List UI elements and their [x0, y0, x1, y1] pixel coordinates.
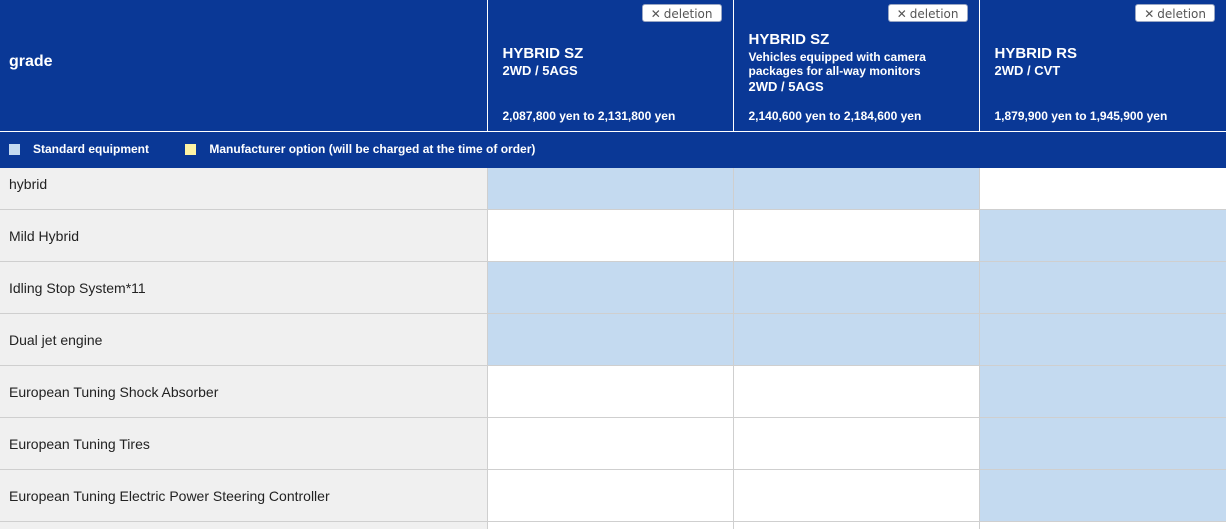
table-row [0, 521, 1226, 529]
grade-drivetrain: 2WD / CVT [994, 63, 1061, 78]
equipment-cell [979, 521, 1226, 529]
delete-grade-2-button[interactable]: ✕ deletion [887, 4, 968, 22]
equipment-cell-none [979, 168, 1226, 210]
grade-note: Vehicles equipped with camera packages f… [748, 50, 926, 78]
equipment-cell-standard [979, 313, 1226, 366]
grade-column-1: ✕ deletion HYBRID SZ 2WD / 5AGS 2,087,800… [487, 0, 734, 132]
legend-standard: Standard equipment [9, 142, 149, 156]
delete-label: deletion [1157, 7, 1206, 21]
table-row: European Tuning Electric Power Steering … [0, 469, 1226, 522]
table-row: Mild Hybrid [0, 209, 1226, 262]
equipment-cell-none [733, 469, 980, 522]
grade-3-info: HYBRID RS 2WD / CVT [995, 45, 1219, 79]
legend-option: Manufacturer option (will be charged at … [185, 142, 535, 156]
comparison-page: grade ✕ deletion HYBRID SZ 2WD / 5AGS 2,0… [0, 0, 1232, 529]
legend: Standard equipment Manufacturer option (… [0, 131, 1226, 168]
close-icon: ✕ [1144, 7, 1155, 21]
delete-label: deletion [909, 7, 959, 21]
equipment-cell-standard [979, 261, 1226, 314]
feature-label: European Tuning Tires [0, 417, 488, 470]
grade-price: 1,879,900 yen to 1,945,900 yen [994, 109, 1168, 123]
legend-row: Standard equipment Manufacturer option (… [0, 131, 1226, 168]
equipment-comparison-table: grade ✕ deletion HYBRID SZ 2WD / 5AGS 2,0… [0, 0, 1226, 529]
equipment-cell-standard [733, 261, 980, 314]
equipment-cell-none [487, 417, 734, 470]
legend-standard-label: Standard equipment [33, 142, 150, 157]
feature-label: Idling Stop System*11 [0, 261, 488, 314]
equipment-cell-none [733, 209, 980, 262]
equipment-cell-standard [979, 417, 1226, 470]
feature-label: European Tuning Electric Power Steering … [0, 469, 488, 522]
grade-1-info: HYBRID SZ 2WD / 5AGS [503, 45, 725, 79]
delete-grade-1-button[interactable]: ✕ deletion [641, 4, 722, 22]
equipment-cell [487, 521, 734, 529]
grade-name: HYBRID SZ [502, 45, 584, 62]
delete-label: deletion [663, 7, 713, 21]
table-row: Dual jet engine [0, 313, 1226, 366]
equipment-cell-none [487, 209, 734, 262]
equipment-cell-standard [487, 261, 734, 314]
equipment-cell-standard [487, 168, 734, 210]
equipment-cell-none [733, 417, 980, 470]
grade-header-cell: grade [0, 0, 488, 132]
grade-price: 2,087,800 yen to 2,131,800 yen [502, 109, 676, 123]
close-icon: ✕ [896, 7, 907, 21]
table-row: European Tuning Shock Absorber [0, 365, 1226, 418]
legend-option-label: Manufacturer option (will be charged at … [209, 142, 536, 157]
standard-swatch [9, 143, 20, 155]
grade-column-2: ✕ deletion HYBRID SZ Vehicles equipped wi… [733, 0, 980, 132]
grade-2-info: HYBRID SZ Vehicles equipped with camera … [749, 31, 971, 95]
delete-grade-3-button[interactable]: ✕ deletion [1135, 4, 1215, 22]
option-swatch [185, 143, 197, 155]
table-row: Idling Stop System*11 [0, 261, 1226, 314]
equipment-cell-none [733, 365, 980, 418]
feature-label: Mild Hybrid [0, 209, 488, 262]
grade-column-3: ✕ deletion HYBRID RS 2WD / CVT 1,879,900 … [979, 0, 1226, 132]
equipment-cell-standard [979, 469, 1226, 522]
equipment-cell-standard [979, 365, 1226, 418]
feature-label: Dual jet engine [0, 313, 488, 366]
equipment-cell-standard [979, 209, 1226, 262]
equipment-cell-none [487, 469, 734, 522]
grade-price: 2,140,600 yen to 2,184,600 yen [748, 109, 922, 123]
equipment-cell-standard [733, 313, 980, 366]
equipment-cell-standard [487, 313, 734, 366]
grade-drivetrain: 2WD / 5AGS [502, 63, 578, 78]
equipment-cell [733, 521, 980, 529]
equipment-cell-standard [733, 168, 980, 210]
grade-name: HYBRID SZ [748, 31, 830, 48]
close-icon: ✕ [650, 7, 661, 21]
grade-header-row: grade ✕ deletion HYBRID SZ 2WD / 5AGS 2,0… [0, 0, 1226, 132]
grade-drivetrain: 2WD / 5AGS [748, 79, 824, 94]
grade-column-label: grade [9, 53, 53, 70]
equipment-cell-none [487, 365, 734, 418]
feature-label [0, 521, 488, 529]
table-row: hybrid [0, 168, 1226, 210]
table-row: European Tuning Tires [0, 417, 1226, 470]
feature-rows: hybrid Mild Hybrid Idling Stop System*11 Du… [0, 168, 1226, 529]
feature-label: hybrid [0, 168, 488, 210]
grade-name: HYBRID RS [994, 45, 1078, 62]
feature-label: European Tuning Shock Absorber [0, 365, 488, 418]
